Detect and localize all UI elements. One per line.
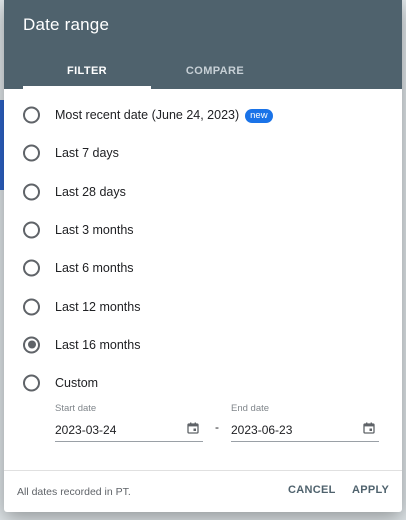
start-date-underline [55,441,203,442]
dialog-header: Date range FILTER COMPARE [4,0,402,89]
option-last-12-months[interactable]: Last 12 months [4,287,402,325]
option-label-text: Most recent date (June 24, 2023) [55,107,240,122]
cancel-button[interactable]: CANCEL [288,484,336,496]
tab-compare[interactable]: COMPARE [151,65,279,77]
end-date-value[interactable]: 2023-06-23 [231,423,292,437]
date-range-options: Most recent date (June 24, 2023) new Last… [4,96,402,402]
radio-button-selected[interactable] [23,336,40,354]
end-date-field[interactable]: End date 2023-06-23 [231,398,379,442]
option-last-3-months[interactable]: Last 3 months [4,211,402,249]
option-label: Last 7 days [55,146,119,161]
radio-button[interactable] [23,259,40,277]
end-date-label: End date [231,403,270,414]
option-last-16-months[interactable]: Last 16 months [4,326,402,364]
radio-button[interactable] [23,221,40,239]
radio-button[interactable] [23,298,40,316]
start-date-field[interactable]: Start date 2023-03-24 [55,398,203,442]
option-last-6-months[interactable]: Last 6 months [4,249,402,287]
active-tab-indicator [23,86,151,89]
start-date-label: Start date [55,403,97,414]
radio-button[interactable] [23,106,40,124]
option-label: Last 28 days [55,184,126,199]
radio-button[interactable] [23,183,40,201]
option-label: Last 16 months [55,337,141,352]
option-most-recent-date[interactable]: Most recent date (June 24, 2023) new [4,96,402,134]
option-last-7-days[interactable]: Last 7 days [4,134,402,172]
calendar-icon[interactable] [363,422,375,434]
footer-divider [4,470,402,471]
date-range-dialog: Date range FILTER COMPARE Most recent da… [4,0,402,512]
end-date-underline [231,441,379,442]
new-badge: new [245,108,273,123]
radio-button[interactable] [23,144,40,162]
timezone-note: All dates recorded in PT. [17,486,131,498]
option-label: Last 12 months [55,299,141,314]
option-label: Last 6 months [55,261,134,276]
radio-button[interactable] [23,374,40,392]
dialog-title: Date range [23,15,110,34]
date-separator: - [215,420,219,434]
option-last-28-days[interactable]: Last 28 days [4,173,402,211]
option-label: Most recent date (June 24, 2023) new [55,108,273,123]
option-label: Custom [55,376,99,391]
start-date-value[interactable]: 2023-03-24 [55,423,116,437]
tab-filter[interactable]: FILTER [23,65,151,77]
custom-date-fields: Start date 2023-03-24 - End date 2023-06… [4,398,402,448]
calendar-icon[interactable] [187,422,199,434]
apply-button[interactable]: APPLY [352,484,389,496]
option-custom[interactable]: Custom [4,364,402,402]
option-label: Last 3 months [55,223,134,238]
